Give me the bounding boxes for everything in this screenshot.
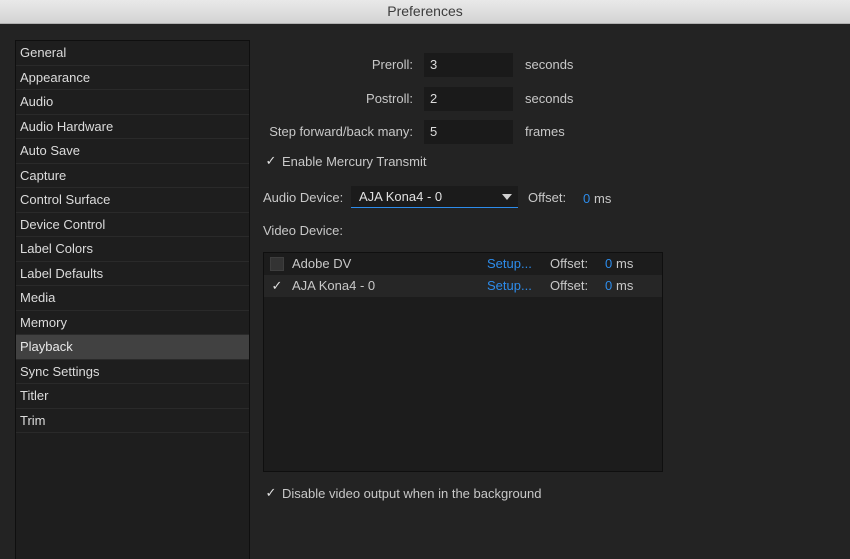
sidebar-item-audio-hardware[interactable]: Audio Hardware (16, 115, 249, 139)
audio-offset-label: Offset: (528, 190, 567, 205)
video-device-row: Adobe DV Setup... Offset: 0 ms (264, 253, 662, 275)
mercury-label: Enable Mercury Transmit (282, 154, 427, 169)
video-device-checkbox[interactable]: ✓ (270, 279, 284, 293)
setup-link[interactable]: Setup... (487, 275, 532, 297)
video-offset-value[interactable]: 0 (605, 253, 612, 275)
disable-bg-label: Disable video output when in the backgro… (282, 486, 542, 501)
video-offset-unit: ms (616, 278, 634, 293)
video-device-label: Video Device: (263, 223, 343, 238)
sidebar-item-auto-save[interactable]: Auto Save (16, 139, 249, 164)
step-unit: frames (525, 124, 565, 139)
preroll-field[interactable]: 3 (424, 53, 513, 77)
audio-offset-unit: ms (594, 191, 612, 206)
audio-offset-value[interactable]: 0 (583, 191, 590, 206)
sidebar-item-device-control[interactable]: Device Control (16, 213, 249, 237)
step-label: Step forward/back many: (269, 124, 413, 139)
sidebar-item-audio[interactable]: Audio (16, 90, 249, 115)
sidebar-item-appearance[interactable]: Appearance (16, 66, 249, 90)
video-device-row: ✓ AJA Kona4 - 0 Setup... Offset: 0 ms (264, 275, 662, 297)
sidebar-item-sync-settings[interactable]: Sync Settings (16, 360, 249, 384)
step-field[interactable]: 5 (424, 120, 513, 144)
video-device-list: Adobe DV Setup... Offset: 0 ms ✓ AJA Kon… (263, 252, 663, 472)
postroll-field[interactable]: 2 (424, 87, 513, 111)
audio-device-label: Audio Device: (263, 190, 344, 205)
video-offset-value[interactable]: 0 (605, 275, 612, 297)
audio-device-dropdown[interactable]: AJA Kona4 - 0 (351, 186, 518, 208)
preferences-sidebar: General Appearance Audio Audio Hardware … (15, 40, 250, 559)
video-device-name: Adobe DV (292, 256, 352, 271)
sidebar-item-label-defaults[interactable]: Label Defaults (16, 262, 249, 286)
postroll-unit: seconds (525, 91, 574, 106)
sidebar-item-capture[interactable]: Capture (16, 164, 249, 188)
preroll-unit: seconds (525, 57, 574, 72)
audio-device-value: AJA Kona4 - 0 (359, 189, 443, 204)
sidebar-item-general[interactable]: General (16, 41, 249, 66)
video-offset-unit: ms (616, 256, 634, 271)
chevron-down-icon (502, 194, 512, 200)
sidebar-item-control-surface[interactable]: Control Surface (16, 188, 249, 213)
preroll-label: Preroll: (371, 57, 413, 72)
video-offset-label: Offset: (550, 278, 589, 293)
video-device-name: AJA Kona4 - 0 (292, 278, 376, 293)
sidebar-item-label-colors[interactable]: Label Colors (16, 237, 249, 262)
sidebar-item-memory[interactable]: Memory (16, 311, 249, 335)
setup-link[interactable]: Setup... (487, 253, 532, 275)
disable-bg-checkbox[interactable]: ✓ (264, 486, 278, 500)
postroll-label: Postroll: (366, 91, 413, 106)
video-device-checkbox[interactable] (270, 257, 284, 271)
mercury-checkbox[interactable]: ✓ (264, 154, 278, 168)
video-offset-label: Offset: (550, 256, 589, 271)
window-title: Preferences (0, 0, 850, 24)
sidebar-item-titler[interactable]: Titler (16, 384, 249, 409)
sidebar-item-media[interactable]: Media (16, 286, 249, 311)
sidebar-item-trim[interactable]: Trim (16, 409, 249, 433)
preferences-window: Preferences General Appearance Audio Aud… (0, 0, 850, 559)
sidebar-item-playback[interactable]: Playback (16, 335, 249, 360)
